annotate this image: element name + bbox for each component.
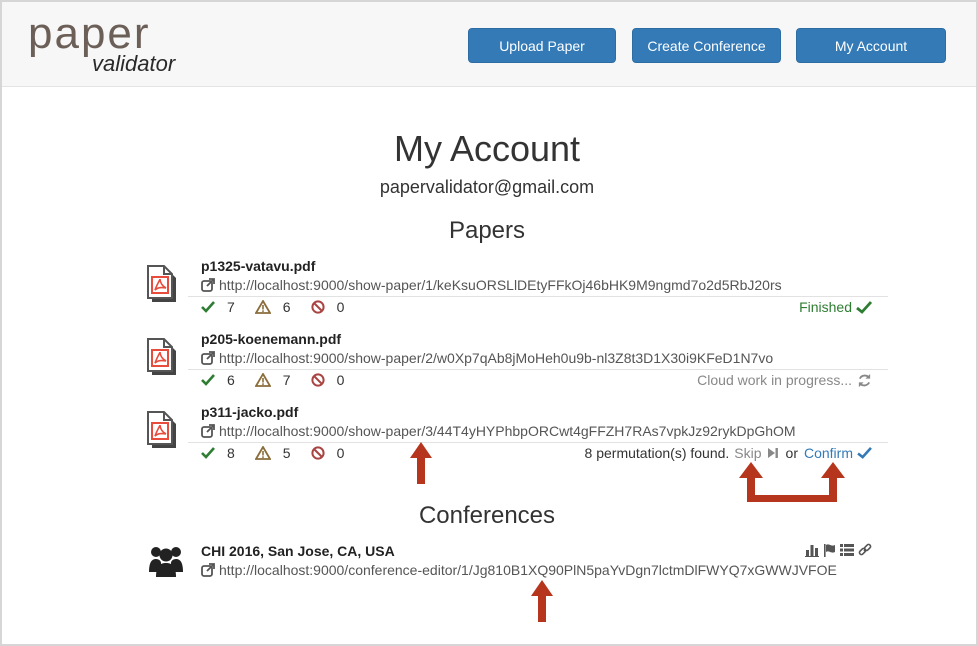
bar-chart-icon[interactable]: [805, 544, 819, 557]
flag-icon[interactable]: [823, 543, 836, 557]
paper-url[interactable]: http://localhost:9000/show-paper/3/44T4y…: [219, 423, 796, 439]
create-conference-button[interactable]: Create Conference: [632, 28, 781, 63]
my-account-button[interactable]: My Account: [796, 28, 946, 63]
status-text: Cloud work in progress...: [697, 372, 852, 388]
warning-count: 6: [282, 299, 291, 315]
external-link-icon: [201, 563, 215, 577]
paper-name: p311-jacko.pdf: [201, 404, 299, 420]
conference-actions: [801, 543, 872, 557]
paper-item: p311-jacko.pdf http://localhost:9000/sho…: [146, 404, 888, 464]
logo-paper-text: paper: [28, 9, 151, 58]
confirm-link[interactable]: Confirm: [804, 445, 872, 461]
paper-item: p205-koenemann.pdf http://localhost:9000…: [146, 331, 888, 391]
ban-icon: [310, 300, 325, 314]
paper-url[interactable]: http://localhost:9000/show-paper/1/keKsu…: [219, 277, 782, 293]
paper-url[interactable]: http://localhost:9000/show-paper/2/w0Xp7…: [219, 350, 773, 366]
passed-count: 8: [227, 445, 235, 461]
link-icon[interactable]: [858, 543, 872, 557]
check-icon: [201, 301, 215, 313]
passed-count: 7: [227, 299, 235, 315]
error-count: 0: [336, 445, 345, 461]
confirm-label: Confirm: [803, 445, 853, 461]
annotation-arrow-double: [739, 462, 845, 502]
conference-name: CHI 2016, San Jose, CA, USA: [201, 543, 395, 559]
check-icon: [856, 300, 872, 314]
users-icon: [149, 547, 183, 577]
error-count: 0: [336, 299, 345, 315]
pdf-file-icon: [147, 338, 176, 375]
permutation-status: 8 permutation(s) found.: [584, 445, 730, 461]
skip-label: Skip: [734, 445, 762, 461]
paper-stats: 7 6 0: [201, 299, 364, 315]
status-in-progress: Cloud work in progress...: [697, 372, 872, 388]
conferences-heading: Conferences: [418, 502, 556, 529]
divider: [188, 442, 888, 443]
passed-count: 6: [227, 372, 235, 388]
paper-link[interactable]: http://localhost:9000/show-paper/1/keKsu…: [201, 277, 782, 293]
check-icon: [201, 447, 215, 459]
conference-item: CHI 2016, San Jose, CA, USA http://local…: [146, 543, 888, 583]
external-link-icon: [201, 351, 215, 365]
paper-item: p1325-vatavu.pdf http://localhost:9000/s…: [146, 258, 888, 318]
check-icon: [201, 374, 215, 386]
error-count: 0: [336, 372, 345, 388]
conference-link[interactable]: http://localhost:9000/conference-editor/…: [201, 562, 837, 578]
ban-icon: [310, 373, 325, 387]
refresh-icon: [858, 373, 871, 387]
step-forward-icon: [767, 448, 778, 458]
paper-link[interactable]: http://localhost:9000/show-paper/2/w0Xp7…: [201, 350, 773, 366]
logo[interactable]: paper validator: [28, 12, 188, 78]
account-email: papervalidator@gmail.com: [379, 177, 595, 197]
warning-count: 5: [282, 445, 291, 461]
ban-icon: [310, 446, 325, 460]
warning-icon: [254, 446, 271, 460]
check-icon: [857, 447, 872, 459]
paper-stats: 8 5 0: [201, 445, 364, 461]
status-finished: Finished: [799, 299, 872, 315]
or-label: or: [785, 445, 798, 461]
upload-paper-button[interactable]: Upload Paper: [468, 28, 616, 63]
page-title: My Account: [393, 128, 581, 169]
external-link-icon: [201, 424, 215, 438]
permutation-actions: 8 permutation(s) found. Skip or Confirm: [585, 445, 872, 461]
papers-heading: Papers: [448, 217, 526, 244]
paper-stats: 6 7 0: [201, 372, 364, 388]
warning-icon: [254, 300, 271, 314]
annotation-arrow-up: [531, 580, 553, 622]
skip-link[interactable]: Skip: [734, 445, 778, 461]
divider: [188, 296, 888, 297]
paper-name: p205-koenemann.pdf: [201, 331, 342, 347]
warning-icon: [254, 373, 271, 387]
pdf-file-icon: [147, 265, 176, 302]
warning-count: 7: [282, 372, 291, 388]
paper-link[interactable]: http://localhost:9000/show-paper/3/44T4y…: [201, 423, 796, 439]
external-link-icon: [201, 278, 215, 292]
paper-name: p1325-vatavu.pdf: [201, 258, 316, 274]
annotation-arrow-up: [410, 442, 432, 484]
header: paper validator Upload Paper Create Conf…: [2, 2, 976, 87]
divider: [188, 369, 888, 370]
logo-validator-text: validator: [92, 51, 176, 76]
status-text: Finished: [799, 299, 852, 315]
list-icon[interactable]: [840, 544, 854, 556]
conference-url[interactable]: http://localhost:9000/conference-editor/…: [219, 562, 837, 578]
pdf-file-icon: [147, 411, 176, 448]
